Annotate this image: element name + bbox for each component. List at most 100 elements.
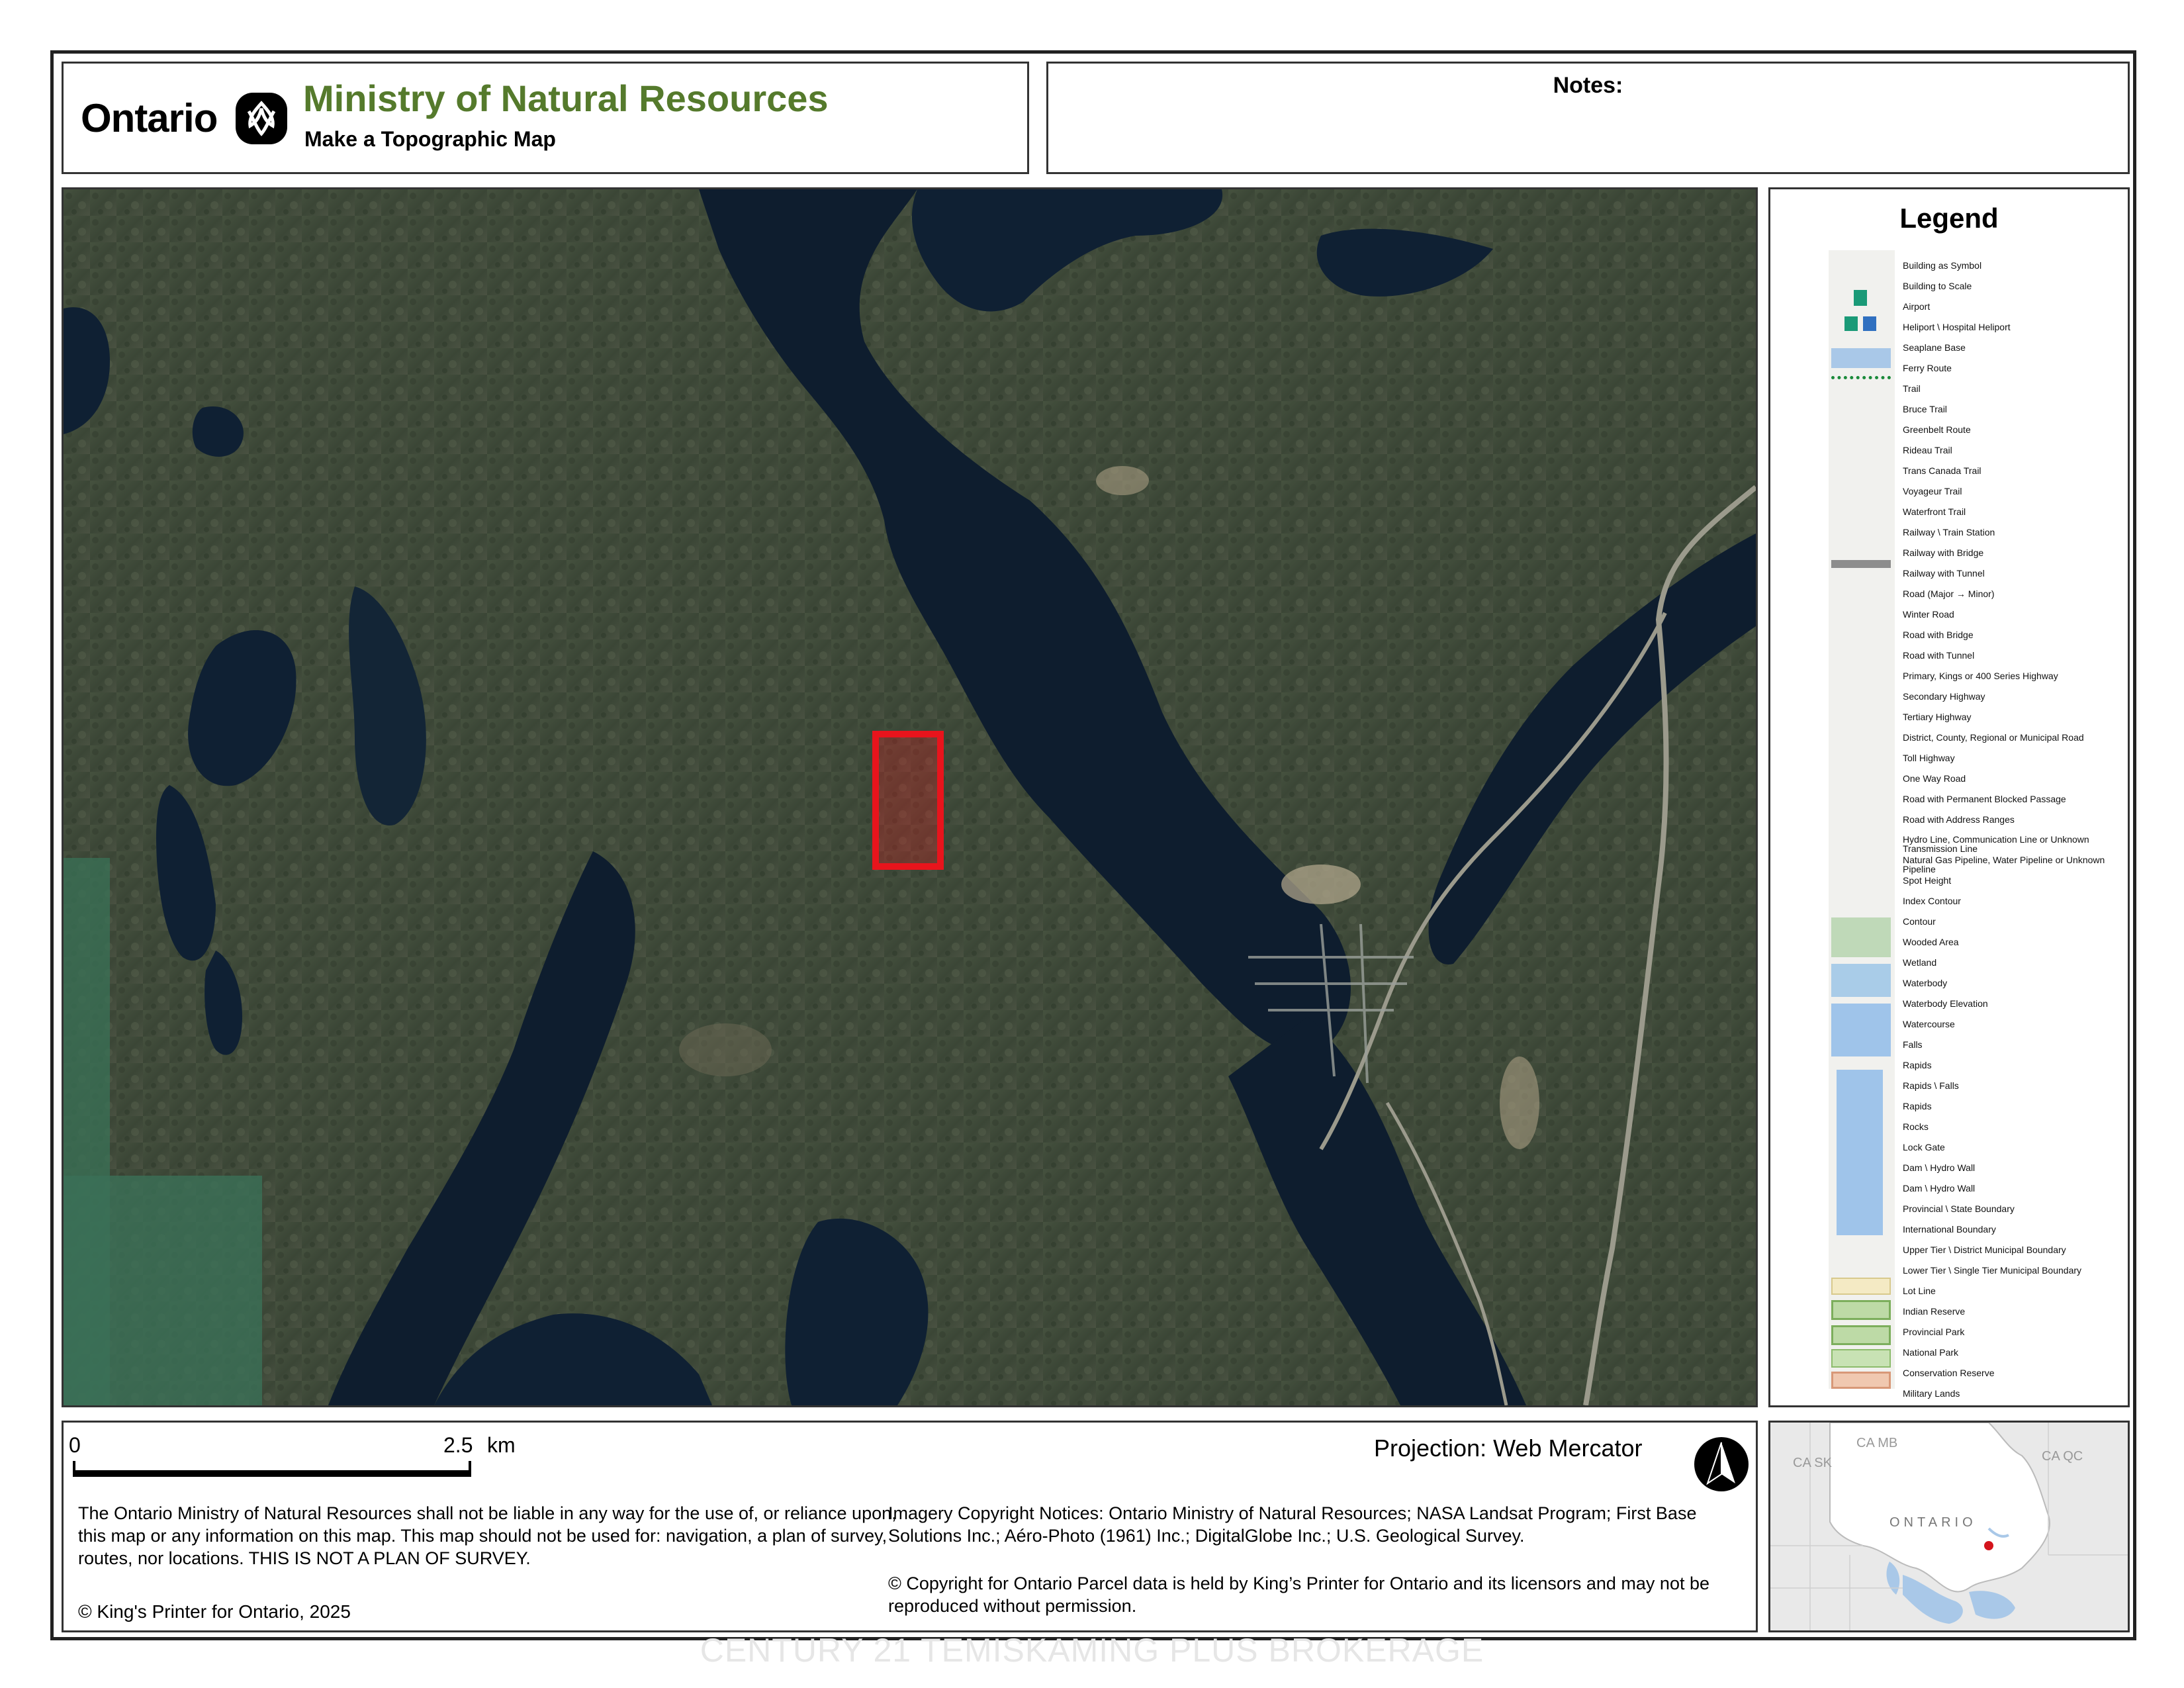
waterbody-swatch: [1831, 1004, 1891, 1056]
trail-line: [1831, 376, 1891, 379]
legend-item: Rapids \ Falls: [1903, 1080, 1959, 1091]
scale-bar: [73, 1470, 471, 1477]
wetland-swatch: [1831, 964, 1891, 997]
national-park-swatch: [1831, 1325, 1891, 1345]
legend-item: Military Lands: [1903, 1388, 1960, 1399]
legend-item: Watercourse: [1903, 1019, 1955, 1029]
legend-item: Road with Bridge: [1903, 630, 1974, 640]
heliport-icon: [1844, 316, 1858, 331]
legend-item: Heliport \ Hospital Heliport: [1903, 322, 2011, 332]
legend-item: Wetland: [1903, 957, 1937, 968]
parcel-copyright-notice: © Copyright for Ontario Parcel data is h…: [888, 1573, 1709, 1616]
footer-panel: 0 2.5 km Projection: Web Mercator The On…: [62, 1421, 1758, 1632]
legend-item: Voyageur Trail: [1903, 486, 1962, 496]
legend-item: Tertiary Highway: [1903, 712, 1972, 722]
indian-reserve-swatch: [1831, 1278, 1891, 1295]
legend-item: Trans Canada Trail: [1903, 465, 1981, 476]
legend-item: District, County, Regional or Municipal …: [1903, 732, 2084, 743]
legend-item: Ferry Route: [1903, 363, 1952, 373]
legend-item: Natural Gas Pipeline, Water Pipeline or …: [1903, 855, 2105, 874]
legend-item: Upper Tier \ District Municipal Boundary: [1903, 1244, 2066, 1255]
inset-province-label: ONTARIO: [1889, 1515, 1977, 1530]
legend-item: Bruce Trail: [1903, 404, 1947, 414]
notes-panel: Notes:: [1046, 62, 2130, 174]
legend-item: Spot Height: [1903, 875, 1952, 886]
legend-item: Falls: [1903, 1039, 1923, 1050]
satellite-imagery: [64, 189, 1756, 1405]
legend-item: Provincial \ State Boundary: [1903, 1203, 2015, 1214]
inset-label-qc: CA QC: [2042, 1449, 2083, 1464]
ministry-title: Ministry of Natural Resources: [303, 77, 829, 119]
projection-label: Projection: Web Mercator: [1374, 1434, 1643, 1462]
legend-item: Lock Gate: [1903, 1142, 1945, 1152]
legend-item: Trail: [1903, 383, 1921, 394]
legend-item: Conservation Reserve: [1903, 1368, 1995, 1378]
major-road-line: [1831, 560, 1891, 568]
map-view[interactable]: [62, 187, 1758, 1407]
legend-item: Waterbody: [1903, 978, 1948, 988]
brokerage-watermark: CENTURY 21 TEMISKAMING PLUS BROKERAGE: [700, 1632, 1484, 1669]
subject-parcel-outline: [872, 731, 944, 870]
water-swatch: [1831, 348, 1891, 368]
legend-item: Railway with Bridge: [1903, 547, 1984, 558]
legend-item: Lower Tier \ Single Tier Municipal Bound…: [1903, 1265, 2082, 1276]
scale-tick-right: [469, 1461, 471, 1477]
legend-item: Building as Symbol: [1903, 260, 1982, 271]
imagery-copyright-notice: Imagery Copyright Notices: Ontario Minis…: [888, 1503, 1697, 1546]
legend-item: Toll Highway: [1903, 753, 1955, 763]
trillium-logo-icon: [236, 93, 287, 144]
legend-item: Contour: [1903, 916, 1936, 927]
legend-item: Rocks: [1903, 1121, 1929, 1132]
legend-item: Hydro Line, Communication Line or Unknow…: [1903, 834, 2089, 854]
legend-item: Rapids: [1903, 1060, 1932, 1070]
legend-item: Dam \ Hydro Wall: [1903, 1162, 1976, 1173]
legend-item: Greenbelt Route: [1903, 424, 1971, 435]
inset-label-mb: CA MB: [1856, 1436, 1898, 1450]
legend-panel: Legend Building as Symbol Building to Sca…: [1768, 187, 2130, 1407]
legend-item: Indian Reserve: [1903, 1306, 1966, 1317]
north-arrow-icon: [1694, 1437, 1749, 1491]
scale-zero-label: 0: [69, 1433, 81, 1457]
legend-item: Secondary Highway: [1903, 691, 1985, 702]
ontario-wordmark: Ontario: [81, 96, 218, 140]
legend-item: Airport: [1903, 301, 1931, 312]
legend-item: Railway with Tunnel: [1903, 568, 1985, 579]
legend-item: Dam \ Hydro Wall: [1903, 1183, 1976, 1194]
provincial-park-swatch: [1831, 1300, 1891, 1320]
conservation-reserve-swatch: [1831, 1349, 1891, 1368]
legend-item: Winter Road: [1903, 609, 1954, 620]
legend-title: Legend: [1899, 203, 1999, 234]
legend-item: Primary, Kings or 400 Series Highway: [1903, 671, 2058, 681]
legend-item: Road with Tunnel: [1903, 650, 1975, 661]
legend-item: Provincial Park: [1903, 1327, 1965, 1337]
legend-item: Wooded Area: [1903, 937, 1959, 947]
scale-max-label: 2.5: [443, 1433, 473, 1457]
legend-item: Road with Address Ranges: [1903, 814, 2015, 825]
legend-item: Waterfront Trail: [1903, 506, 1966, 517]
legend-item: One Way Road: [1903, 773, 1966, 784]
title-block: Ontario Ministry of Natural Resources Ma…: [62, 62, 1029, 174]
location-marker: [1984, 1541, 1993, 1550]
hospital-heliport-icon: [1863, 316, 1876, 331]
hydro-features-swatch: [1837, 1070, 1883, 1235]
notes-label: Notes:: [1553, 73, 1623, 98]
map-subtitle: Make a Topographic Map: [304, 127, 556, 151]
kings-printer-copyright: © King's Printer for Ontario, 2025: [78, 1601, 351, 1622]
legend-item: Railway \ Train Station: [1903, 527, 1995, 538]
legend-item: Road (Major → Minor): [1903, 588, 1995, 599]
liability-disclaimer: The Ontario Ministry of Natural Resource…: [78, 1503, 897, 1568]
wooded-area-swatch: [1831, 917, 1891, 957]
legend-item: National Park: [1903, 1347, 1959, 1358]
inset-label-sk: CA SK: [1793, 1456, 1832, 1470]
airport-icon: [1854, 290, 1867, 306]
military-lands-swatch: [1831, 1372, 1891, 1389]
legend-item: International Boundary: [1903, 1224, 1996, 1235]
locator-inset-map: CA SK CA MB CA QC ONTARIO: [1768, 1421, 2130, 1632]
legend-item: Building to Scale: [1903, 281, 1972, 291]
legend-item: Rideau Trail: [1903, 445, 1952, 455]
legend-item: Waterbody Elevation: [1903, 998, 1988, 1009]
legend-item: Lot Line: [1903, 1286, 1936, 1296]
legend-item: Rapids: [1903, 1101, 1932, 1111]
legend-item: Road with Permanent Blocked Passage: [1903, 794, 2066, 804]
scale-unit-label: km: [487, 1433, 516, 1457]
